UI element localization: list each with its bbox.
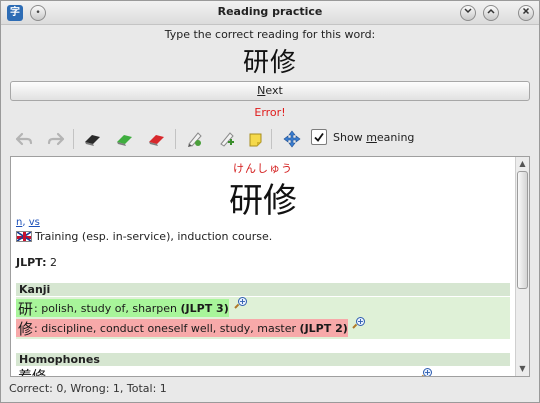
show-meaning-label-pre: Show: [333, 131, 367, 144]
next-button-label: ext: [265, 84, 283, 97]
scroll-up-icon[interactable]: ▲: [517, 159, 528, 169]
toolbar: Show meaning: [9, 126, 529, 152]
homophone-item[interactable]: 着修: [18, 366, 46, 376]
kanji-meaning: : polish, study of, sharpen: [34, 301, 178, 315]
gloss-text: Training (esp. in-service), induction co…: [35, 230, 273, 243]
scroll-down-icon[interactable]: ▼: [517, 364, 528, 374]
zoom-in-icon[interactable]: +: [352, 317, 365, 330]
toolbar-separator: [175, 129, 176, 149]
scrollbar-thumb[interactable]: [517, 171, 528, 289]
kanji-char[interactable]: 修: [18, 318, 33, 339]
kanji-list: 研 : polish, study of, sharpen (JLPT 3) +…: [16, 297, 510, 339]
entry-word: 研修: [229, 181, 297, 221]
quiz-prompt: Type the correct reading for this word:: [164, 28, 376, 41]
part-of-speech: n, vs: [16, 217, 40, 228]
close-icon[interactable]: [518, 5, 534, 21]
kanji-row: 研 : polish, study of, sharpen (JLPT 3): [16, 298, 229, 319]
pos-link-vs[interactable]: vs: [29, 217, 40, 228]
back-icon[interactable]: [13, 128, 35, 150]
kanji-row: 修 : discipline, conduct oneself well, st…: [16, 318, 348, 339]
zoom-in-icon[interactable]: +: [234, 297, 247, 310]
kanji-section-heading: Kanji: [16, 283, 510, 296]
reading-practice-window: 字 • Reading practice Type the correct re…: [0, 0, 540, 403]
jlpt-value: 2: [49, 256, 57, 269]
pos-separator: ,: [22, 217, 26, 228]
move-icon[interactable]: [281, 128, 303, 150]
kanji-meaning: : discipline, conduct oneself well, stud…: [34, 321, 297, 335]
next-button[interactable]: Next: [10, 81, 530, 101]
add-tag-icon[interactable]: [215, 128, 237, 150]
english-flag-icon: [16, 231, 32, 242]
forward-icon[interactable]: [45, 128, 67, 150]
status-bar: Correct: 0, Wrong: 1, Total: 1: [9, 382, 167, 395]
show-meaning-checkbox[interactable]: [311, 129, 327, 145]
window-title: Reading practice: [217, 5, 323, 18]
kanji-jlpt: (JLPT 3): [180, 301, 229, 315]
show-meaning-label-post: eaning: [376, 131, 415, 144]
edit-tags-icon[interactable]: [183, 128, 205, 150]
maximize-icon[interactable]: [483, 5, 499, 21]
kanji-jlpt: (JLPT 2): [299, 321, 348, 335]
entry-gloss: Training (esp. in-service), induction co…: [16, 230, 272, 243]
title-bar: 字 • Reading practice: [1, 1, 539, 25]
error-message: Error!: [254, 106, 286, 119]
show-meaning-label[interactable]: Show meaning: [333, 131, 414, 144]
minimize-icon[interactable]: [460, 5, 476, 21]
entry-details-panel[interactable]: けんしゅう 研修 n, vs Training (esp. in-service…: [10, 156, 530, 377]
zoom-in-icon[interactable]: +: [419, 368, 432, 376]
add-note-icon[interactable]: [245, 128, 267, 150]
red-mark-icon[interactable]: [145, 128, 167, 150]
jlpt-level: JLPT: 2: [16, 256, 57, 269]
black-mark-icon[interactable]: [81, 128, 103, 150]
kanji-char[interactable]: 研: [18, 298, 33, 319]
quiz-word: 研修: [242, 48, 297, 78]
green-mark-icon[interactable]: [113, 128, 135, 150]
jlpt-label: JLPT:: [16, 256, 47, 269]
toolbar-separator: [73, 129, 74, 149]
toolbar-separator: [271, 129, 272, 149]
show-meaning-label-accel: m: [366, 131, 377, 144]
homophones-section-heading: Homophones: [16, 353, 510, 366]
vertical-scrollbar[interactable]: ▲ ▼: [515, 157, 529, 376]
